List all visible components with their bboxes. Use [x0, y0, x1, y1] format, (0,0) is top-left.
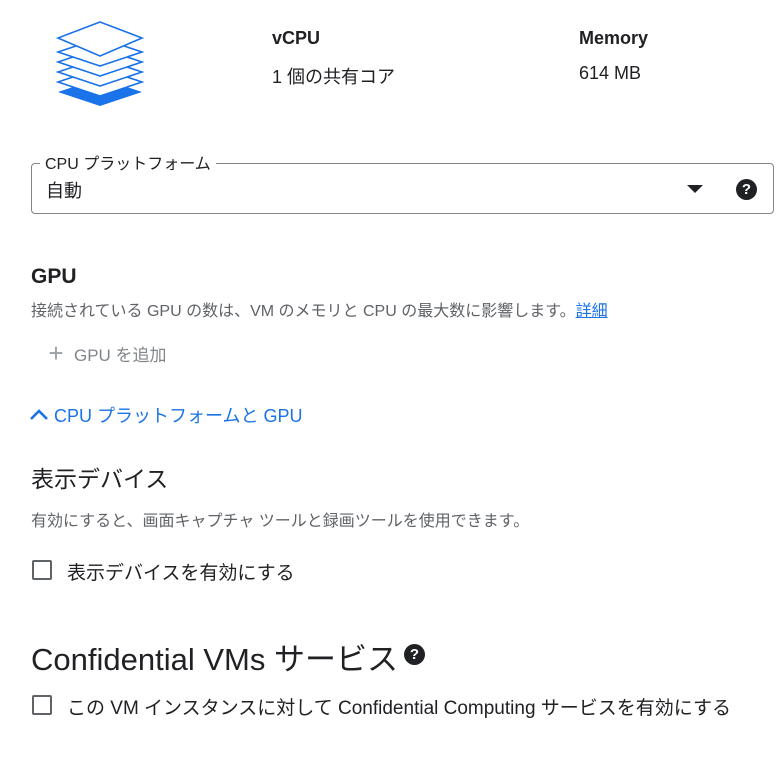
layers-stack-icon	[55, 21, 145, 106]
cpu-platform-label: CPU プラットフォーム	[40, 150, 216, 174]
memory-value: 614 MB	[579, 63, 642, 83]
add-gpu-label: GPU を追加	[74, 345, 167, 365]
gpu-description-text: 接続されている GPU の数は、VM のメモリと CPU の最大数に影響します。	[31, 303, 576, 320]
dropdown-arrow-icon[interactable]	[687, 185, 703, 193]
display-device-heading: 表示デバイス	[31, 466, 169, 492]
memory-label: Memory	[579, 28, 649, 48]
cpu-gpu-collapse-toggle[interactable]: CPU プラットフォームと GPU	[28, 402, 302, 428]
display-device-description: 有効にすると、画面キャプチャ ツールと録画ツールを使用できます。	[31, 513, 530, 530]
collapse-label: CPU プラットフォームと GPU	[54, 406, 303, 426]
confidential-vm-heading: Confidential VMs サービス	[31, 642, 398, 677]
gpu-learn-more-link[interactable]: 詳細	[576, 303, 608, 320]
display-device-checkbox[interactable]	[32, 560, 52, 580]
chevron-up-icon	[30, 409, 48, 420]
gpu-description: 接続されている GPU の数は、VM のメモリと CPU の最大数に影響します。…	[31, 297, 608, 321]
display-device-checkbox-label[interactable]: 表示デバイスを有効にする	[67, 558, 295, 585]
add-gpu-button[interactable]: + GPU を追加	[44, 338, 167, 368]
help-icon[interactable]: ?	[736, 179, 757, 200]
vcpu-value: 1 個の共有コア	[272, 67, 396, 87]
confidential-checkbox[interactable]	[32, 695, 52, 715]
plus-icon: +	[48, 338, 64, 368]
gpu-heading: GPU	[31, 265, 77, 288]
vcpu-label: vCPU	[272, 28, 321, 48]
confidential-checkbox-label[interactable]: この VM インスタンスに対して Confidential Computing …	[67, 693, 731, 720]
cpu-platform-value: 自動	[46, 181, 82, 201]
confidential-help-icon[interactable]: ?	[404, 644, 425, 665]
